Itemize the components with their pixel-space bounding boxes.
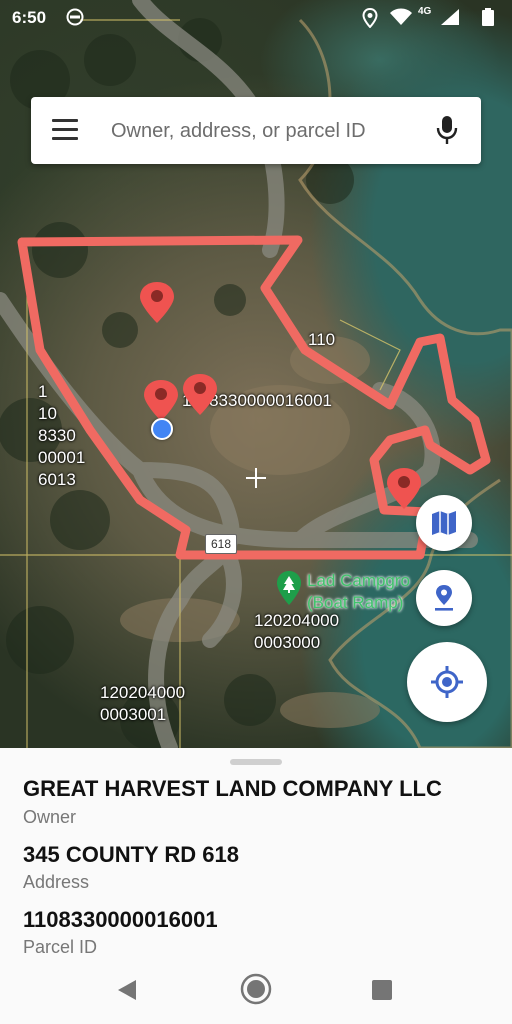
status-time: 6:50 bbox=[12, 8, 47, 27]
current-location-dot bbox=[151, 418, 173, 440]
road-shield-number: 618 bbox=[210, 537, 232, 551]
battery-icon bbox=[482, 8, 494, 26]
parcel-pin-icon[interactable] bbox=[137, 280, 177, 324]
signal-icon bbox=[441, 9, 459, 25]
map-layers-button[interactable] bbox=[416, 495, 472, 551]
address-value: 345 COUNTY RD 618 bbox=[23, 842, 240, 867]
parcel-number-label: 1 10 8330 00001 6013 bbox=[38, 382, 86, 489]
owner-value: GREAT HARVEST LAND COMPANY LLC bbox=[23, 776, 442, 801]
place-icon bbox=[435, 585, 453, 611]
address-label: Address bbox=[23, 872, 90, 892]
network-type-label: 4G bbox=[418, 6, 432, 17]
parcel-pin-icon[interactable] bbox=[180, 372, 220, 416]
selected-parcel-pin-icon[interactable] bbox=[141, 378, 181, 422]
location-status-icon bbox=[362, 8, 378, 28]
search-bar bbox=[31, 97, 481, 164]
microphone-icon[interactable] bbox=[435, 114, 459, 146]
back-icon[interactable] bbox=[116, 979, 138, 1001]
campground-poi-icon[interactable] bbox=[276, 570, 302, 606]
recents-icon[interactable] bbox=[371, 979, 393, 1001]
system-navigation-bar bbox=[0, 955, 512, 1024]
game-controller-icon bbox=[66, 8, 84, 26]
poi-label[interactable]: Lad Campgro (Boat Ramp) bbox=[307, 570, 410, 614]
drop-pin-button[interactable] bbox=[416, 570, 472, 626]
home-icon[interactable] bbox=[240, 973, 272, 1005]
my-location-button[interactable] bbox=[407, 642, 487, 722]
wifi-icon bbox=[390, 8, 412, 25]
my-location-icon bbox=[431, 666, 463, 698]
road-shield: 618 bbox=[205, 534, 237, 554]
parcel-id-value: 1108330000016001 bbox=[23, 907, 218, 932]
search-input[interactable] bbox=[109, 113, 433, 149]
crosshair-icon bbox=[246, 468, 266, 488]
sheet-drag-handle[interactable] bbox=[230, 759, 282, 765]
owner-label: Owner bbox=[23, 807, 77, 827]
parcel-pin-icon[interactable] bbox=[384, 466, 424, 510]
map-icon bbox=[432, 511, 456, 535]
parcel-number-label: 120204000 0003000 bbox=[254, 611, 340, 652]
menu-icon[interactable] bbox=[52, 119, 78, 141]
map-view[interactable]: 6:50 4G 1108330000016001 1 1 bbox=[0, 0, 512, 748]
parcel-number-label: 120204000 0003001 bbox=[100, 683, 186, 724]
status-bar: 6:50 4G bbox=[0, 0, 512, 34]
parcel-number-label: 110 bbox=[308, 330, 336, 349]
